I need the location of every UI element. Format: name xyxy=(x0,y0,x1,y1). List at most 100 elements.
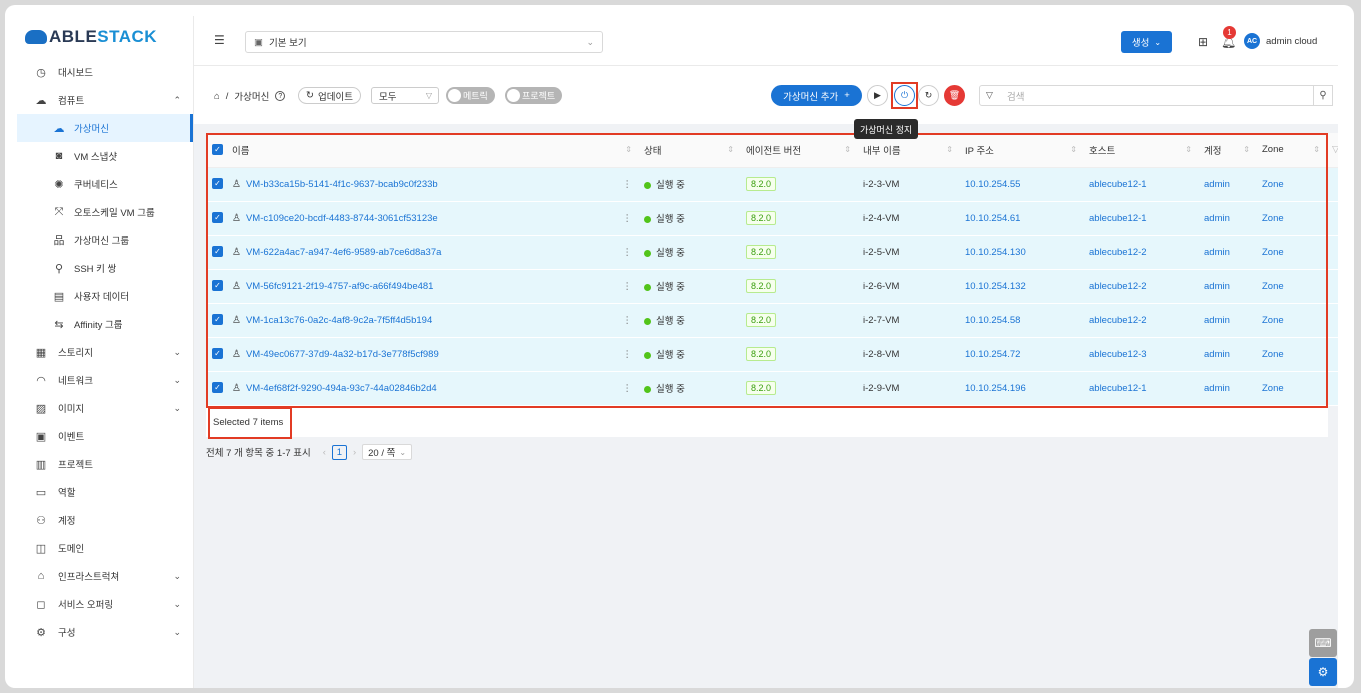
row-checkbox[interactable]: ✓ xyxy=(212,246,223,258)
table-row[interactable]: ✓ ♙ VM-4ef68f2f-9290-494a-93c7-44a02846b2d… xyxy=(206,371,1338,406)
column-header-ip-address[interactable]: IP 주소 ⇕ xyxy=(959,133,1083,168)
sidebar-item-affinity[interactable]: ⇆ Affinity 그룹 xyxy=(17,310,193,338)
sort-icon[interactable]: ⇕ xyxy=(1243,145,1250,154)
account-link[interactable]: admin xyxy=(1204,281,1230,292)
more-icon[interactable]: ⋮ xyxy=(623,247,633,258)
refresh-button[interactable]: ↻ 업데이트 xyxy=(298,87,361,104)
sidebar-item-storage[interactable]: ▦ 스토리지 ⌄ xyxy=(17,338,193,366)
sidebar-item-config[interactable]: ⚙ 구성 ⌄ xyxy=(17,618,193,646)
sidebar-item-ssh[interactable]: ⚲ SSH 키 쌍 xyxy=(17,254,193,282)
help-icon[interactable]: ? xyxy=(275,91,286,101)
sidebar-item-vm[interactable]: ☁ 가상머신 xyxy=(17,114,193,142)
sort-icon[interactable]: ⇕ xyxy=(1185,145,1192,154)
host-link[interactable]: ablecube12-2 xyxy=(1089,281,1147,292)
ip-address-cell[interactable]: 10.10.254.58 xyxy=(965,315,1020,326)
row-checkbox[interactable]: ✓ xyxy=(212,280,223,292)
account-link[interactable]: admin xyxy=(1204,247,1230,258)
avatar[interactable]: AC xyxy=(1244,33,1260,49)
account-link[interactable]: admin xyxy=(1204,213,1230,224)
account-link[interactable]: admin xyxy=(1204,349,1230,360)
search-button[interactable]: ⚲ xyxy=(1313,85,1333,106)
host-link[interactable]: ablecube12-2 xyxy=(1089,247,1147,258)
add-vm-button[interactable]: 가상머신 추가 + xyxy=(771,85,862,106)
view-select[interactable]: ▣ 기본 보기 ⌄ xyxy=(245,31,603,53)
menu-collapse-icon[interactable]: ☰ xyxy=(214,33,225,47)
zone-link[interactable]: Zone xyxy=(1262,247,1284,258)
delete-vm-button[interactable]: 🗑︎ xyxy=(944,85,965,106)
row-checkbox[interactable]: ✓ xyxy=(212,314,223,326)
vm-name-link[interactable]: VM-1ca13c76-0a2c-4af8-9c2a-7f5ff4d5b194 xyxy=(246,315,432,326)
search-filter-button[interactable]: ▽ xyxy=(979,85,1000,106)
table-row[interactable]: ✓ ♙ VM-1ca13c76-0a2c-4af8-9c2a-7f5ff4d5b19… xyxy=(206,303,1338,338)
sidebar-item-event[interactable]: ▣ 이벤트 xyxy=(17,422,193,450)
search-input[interactable]: 검색 xyxy=(999,85,1317,106)
sort-icon[interactable]: ⇕ xyxy=(1313,145,1320,154)
start-vm-button[interactable]: ▶ xyxy=(867,85,888,106)
row-checkbox[interactable]: ✓ xyxy=(212,178,223,190)
sidebar-item-autoscale[interactable]: ⤧ 오토스케일 VM 그룹 xyxy=(17,198,193,226)
ip-address-cell[interactable]: 10.10.254.61 xyxy=(965,213,1020,224)
vm-name-link[interactable]: VM-c109ce20-bcdf-4483-8744-3061cf53123e xyxy=(246,213,438,224)
more-icon[interactable]: ⋮ xyxy=(623,213,633,224)
row-checkbox[interactable]: ✓ xyxy=(212,348,223,360)
ip-address-cell[interactable]: 10.10.254.132 xyxy=(965,281,1026,292)
select-all-checkbox[interactable]: ✓ xyxy=(212,144,223,156)
sidebar-item-offering[interactable]: ◻ 서비스 오퍼링 ⌄ xyxy=(17,590,193,618)
account-link[interactable]: admin xyxy=(1204,179,1230,190)
zone-link[interactable]: Zone xyxy=(1262,213,1284,224)
sidebar-item-domain[interactable]: ◫ 도메인 xyxy=(17,534,193,562)
table-row[interactable]: ✓ ♙ VM-56fc9121-2f19-4757-af9c-a66f494be48… xyxy=(206,269,1338,304)
row-select-cell[interactable]: ✓ xyxy=(206,167,226,202)
sort-icon[interactable]: ⇕ xyxy=(1070,145,1077,154)
image-upload-icon[interactable]: ⊞ xyxy=(1198,35,1208,49)
filter-select[interactable]: 모두 ▽ xyxy=(371,87,439,104)
metrics-toggle[interactable]: 메트릭 xyxy=(446,87,495,104)
sidebar-item-compute[interactable]: ☁ 컴퓨트 ⌃ xyxy=(17,86,193,114)
sidebar-item-infra[interactable]: ⌂ 인프라스트럭쳐 ⌄ xyxy=(17,562,193,590)
sidebar-item-image[interactable]: ▨ 이미지 ⌄ xyxy=(17,394,193,422)
ip-address-cell[interactable]: 10.10.254.72 xyxy=(965,349,1020,360)
sidebar-item-userdata[interactable]: ▤ 사용자 데이터 xyxy=(17,282,193,310)
row-select-cell[interactable]: ✓ xyxy=(206,235,226,270)
project-toggle[interactable]: 프로젝트 xyxy=(505,87,563,104)
sidebar-item-account[interactable]: ⚇ 계정 xyxy=(17,506,193,534)
sidebar-item-role[interactable]: ▭ 역할 xyxy=(17,478,193,506)
prev-page-icon[interactable]: ‹ xyxy=(323,447,326,458)
vm-name-link[interactable]: VM-49ec0677-37d9-4a32-b17d-3e778f5cf989 xyxy=(246,349,439,360)
username[interactable]: admin cloud xyxy=(1266,36,1317,47)
sidebar-item-k8s[interactable]: ✺ 쿠버네티스 xyxy=(17,170,193,198)
ip-address-cell[interactable]: 10.10.254.130 xyxy=(965,247,1026,258)
page-size-select[interactable]: 20 / 쪽 ⌄ xyxy=(362,444,413,460)
host-link[interactable]: ablecube12-3 xyxy=(1089,349,1147,360)
row-select-cell[interactable]: ✓ xyxy=(206,337,226,372)
table-row[interactable]: ✓ ♙ VM-49ec0677-37d9-4a32-b17d-3e778f5cf98… xyxy=(206,337,1338,372)
vm-name-link[interactable]: VM-4ef68f2f-9290-494a-93c7-44a02846b2d4 xyxy=(246,383,437,394)
more-icon[interactable]: ⋮ xyxy=(623,281,633,292)
sidebar-item-project[interactable]: ▥ 프로젝트 xyxy=(17,450,193,478)
account-link[interactable]: admin xyxy=(1204,383,1230,394)
sidebar-item-dashboard[interactable]: ◷ 대시보드 xyxy=(17,58,193,86)
row-select-cell[interactable]: ✓ xyxy=(206,303,226,338)
ablestack-logo[interactable]: ABLE STACK xyxy=(17,16,193,58)
sort-icon[interactable]: ⇕ xyxy=(844,145,851,154)
sort-icon[interactable]: ⇕ xyxy=(625,145,632,154)
column-header-name[interactable]: 이름 ⇕ xyxy=(226,133,638,168)
ip-address-cell[interactable]: 10.10.254.55 xyxy=(965,179,1020,190)
column-header-host[interactable]: 호스트 ⇕ xyxy=(1083,133,1198,168)
more-icon[interactable]: ⋮ xyxy=(623,179,633,190)
host-link[interactable]: ablecube12-1 xyxy=(1089,213,1147,224)
more-icon[interactable]: ⋮ xyxy=(623,383,633,394)
sidebar-item-network[interactable]: ◠ 네트워크 ⌄ xyxy=(17,366,193,394)
row-checkbox[interactable]: ✓ xyxy=(212,382,223,394)
ip-address-cell[interactable]: 10.10.254.196 xyxy=(965,383,1026,394)
sidebar-item-vmgroup[interactable]: 品 가상머신 그룹 xyxy=(17,226,193,254)
zone-link[interactable]: Zone xyxy=(1262,179,1284,190)
vm-name-link[interactable]: VM-56fc9121-2f19-4757-af9c-a66f494be481 xyxy=(246,281,434,292)
zone-link[interactable]: Zone xyxy=(1262,349,1284,360)
home-icon[interactable]: ⌂ xyxy=(214,91,220,102)
column-header-account[interactable]: 계정 ⇕ xyxy=(1198,133,1256,168)
row-select-cell[interactable]: ✓ xyxy=(206,371,226,406)
sidebar-item-snapshot[interactable]: ◙ VM 스냅샷 xyxy=(17,142,193,170)
select-all-header[interactable]: ✓ xyxy=(206,133,226,168)
vm-name-link[interactable]: VM-622a4ac7-a947-4ef6-9589-ab7ce6d8a37a xyxy=(246,247,441,258)
